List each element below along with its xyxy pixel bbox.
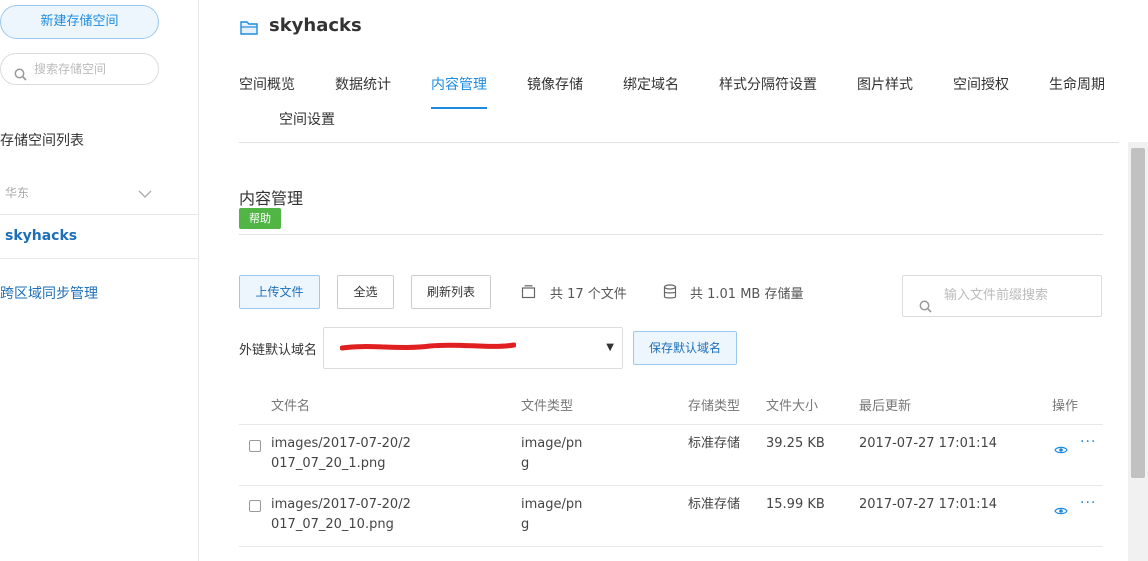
file-count: 共 17 个文件 [550, 287, 627, 302]
tab-mirror-storage[interactable]: 镜像存储 [527, 74, 583, 94]
bucket-search-input[interactable]: 搜索存储空间 [0, 53, 159, 85]
column-header-name: 文件名 [271, 399, 311, 414]
region-selector-label[interactable]: 华东 [5, 184, 29, 201]
eye-icon[interactable] [1054, 440, 1068, 459]
bucket-icon [239, 18, 259, 40]
eye-icon[interactable] [1054, 501, 1068, 520]
table-header-divider [239, 424, 1103, 425]
last-updated: 2017-07-27 17:01:14 [859, 436, 998, 451]
file-prefix-search-input[interactable]: 输入文件前缀搜索 [902, 275, 1102, 317]
tab-content-management[interactable]: 内容管理 [431, 74, 487, 94]
file-type-line2: g [521, 456, 530, 471]
bucket-list-title: 存储空间列表 [0, 133, 84, 149]
page-title: skyhacks [269, 15, 362, 36]
default-domain-label: 外链默认域名 [239, 343, 318, 358]
sidebar-item-cross-region-sync[interactable]: 跨区域同步管理 [0, 283, 98, 303]
column-header-storage: 存储类型 [688, 399, 741, 414]
active-tab-indicator [431, 107, 487, 109]
search-icon [919, 290, 932, 330]
column-header-updated: 最后更新 [859, 399, 912, 414]
redaction-scribble [340, 342, 516, 351]
save-default-domain-button[interactable]: 保存默认域名 [633, 331, 737, 365]
tabs-divider [239, 142, 1119, 143]
refresh-list-button[interactable]: 刷新列表 [411, 275, 491, 309]
file-type-line1: image/pn [521, 497, 583, 512]
sidebar: 新建存储空间 搜索存储空间 存储空间列表 华东 skyhacks 跨区域同步管理 [0, 0, 199, 561]
tab-statistics[interactable]: 数据统计 [335, 74, 391, 94]
column-header-type: 文件类型 [521, 399, 574, 414]
storage-type: 标准存储 [688, 436, 741, 451]
file-type-line2: g [521, 517, 530, 532]
file-icon [521, 284, 536, 303]
table-row-divider [239, 485, 1103, 486]
tab-overview[interactable]: 空间概览 [239, 74, 295, 94]
sidebar-divider [0, 258, 199, 259]
file-name-line2: 017_07_20_1.png [271, 456, 386, 471]
file-type-line1: image/pn [521, 436, 583, 451]
new-bucket-button[interactable]: 新建存储空间 [0, 5, 159, 39]
file-name-line2: 017_07_20_10.png [271, 517, 394, 532]
database-icon [663, 284, 677, 304]
tab-authorization[interactable]: 空间授权 [953, 74, 1009, 94]
tab-style-separator[interactable]: 样式分隔符设置 [719, 74, 817, 94]
storage-type: 标准存储 [688, 497, 741, 512]
bucket-search-placeholder: 搜索存储空间 [34, 62, 107, 76]
table-row-divider [239, 546, 1103, 547]
more-icon[interactable]: ··· [1080, 434, 1096, 450]
chevron-down-icon[interactable] [138, 184, 152, 203]
file-size: 15.99 KB [766, 497, 825, 512]
upload-file-button[interactable]: 上传文件 [239, 275, 320, 309]
file-name-line1: images/2017-07-20/2 [271, 497, 411, 512]
file-size: 39.25 KB [766, 436, 825, 451]
caret-down-icon: ▼ [606, 342, 614, 353]
row-checkbox[interactable] [249, 440, 261, 452]
scrollbar-thumb[interactable] [1131, 148, 1145, 478]
row-checkbox[interactable] [249, 500, 261, 512]
section-title: 内容管理 [239, 189, 304, 208]
tab-image-style[interactable]: 图片样式 [857, 74, 913, 94]
last-updated: 2017-07-27 17:01:14 [859, 497, 998, 512]
storage-usage: 共 1.01 MB 存储量 [690, 287, 804, 302]
tab-bucket-settings[interactable]: 空间设置 [279, 109, 335, 129]
tab-bind-domain[interactable]: 绑定域名 [623, 74, 679, 94]
column-header-size: 文件大小 [766, 399, 819, 414]
search-icon [14, 62, 27, 92]
tab-lifecycle[interactable]: 生命周期 [1049, 74, 1105, 94]
select-all-button[interactable]: 全选 [337, 275, 394, 309]
sidebar-divider [0, 214, 199, 215]
file-search-placeholder: 输入文件前缀搜索 [944, 288, 1049, 303]
column-header-actions: 操作 [1052, 399, 1079, 414]
sidebar-item-bucket[interactable]: skyhacks [5, 228, 77, 244]
section-divider [239, 234, 1103, 235]
more-icon[interactable]: ··· [1080, 495, 1096, 511]
help-button[interactable]: 帮助 [239, 208, 281, 229]
file-name-line1: images/2017-07-20/2 [271, 436, 411, 451]
